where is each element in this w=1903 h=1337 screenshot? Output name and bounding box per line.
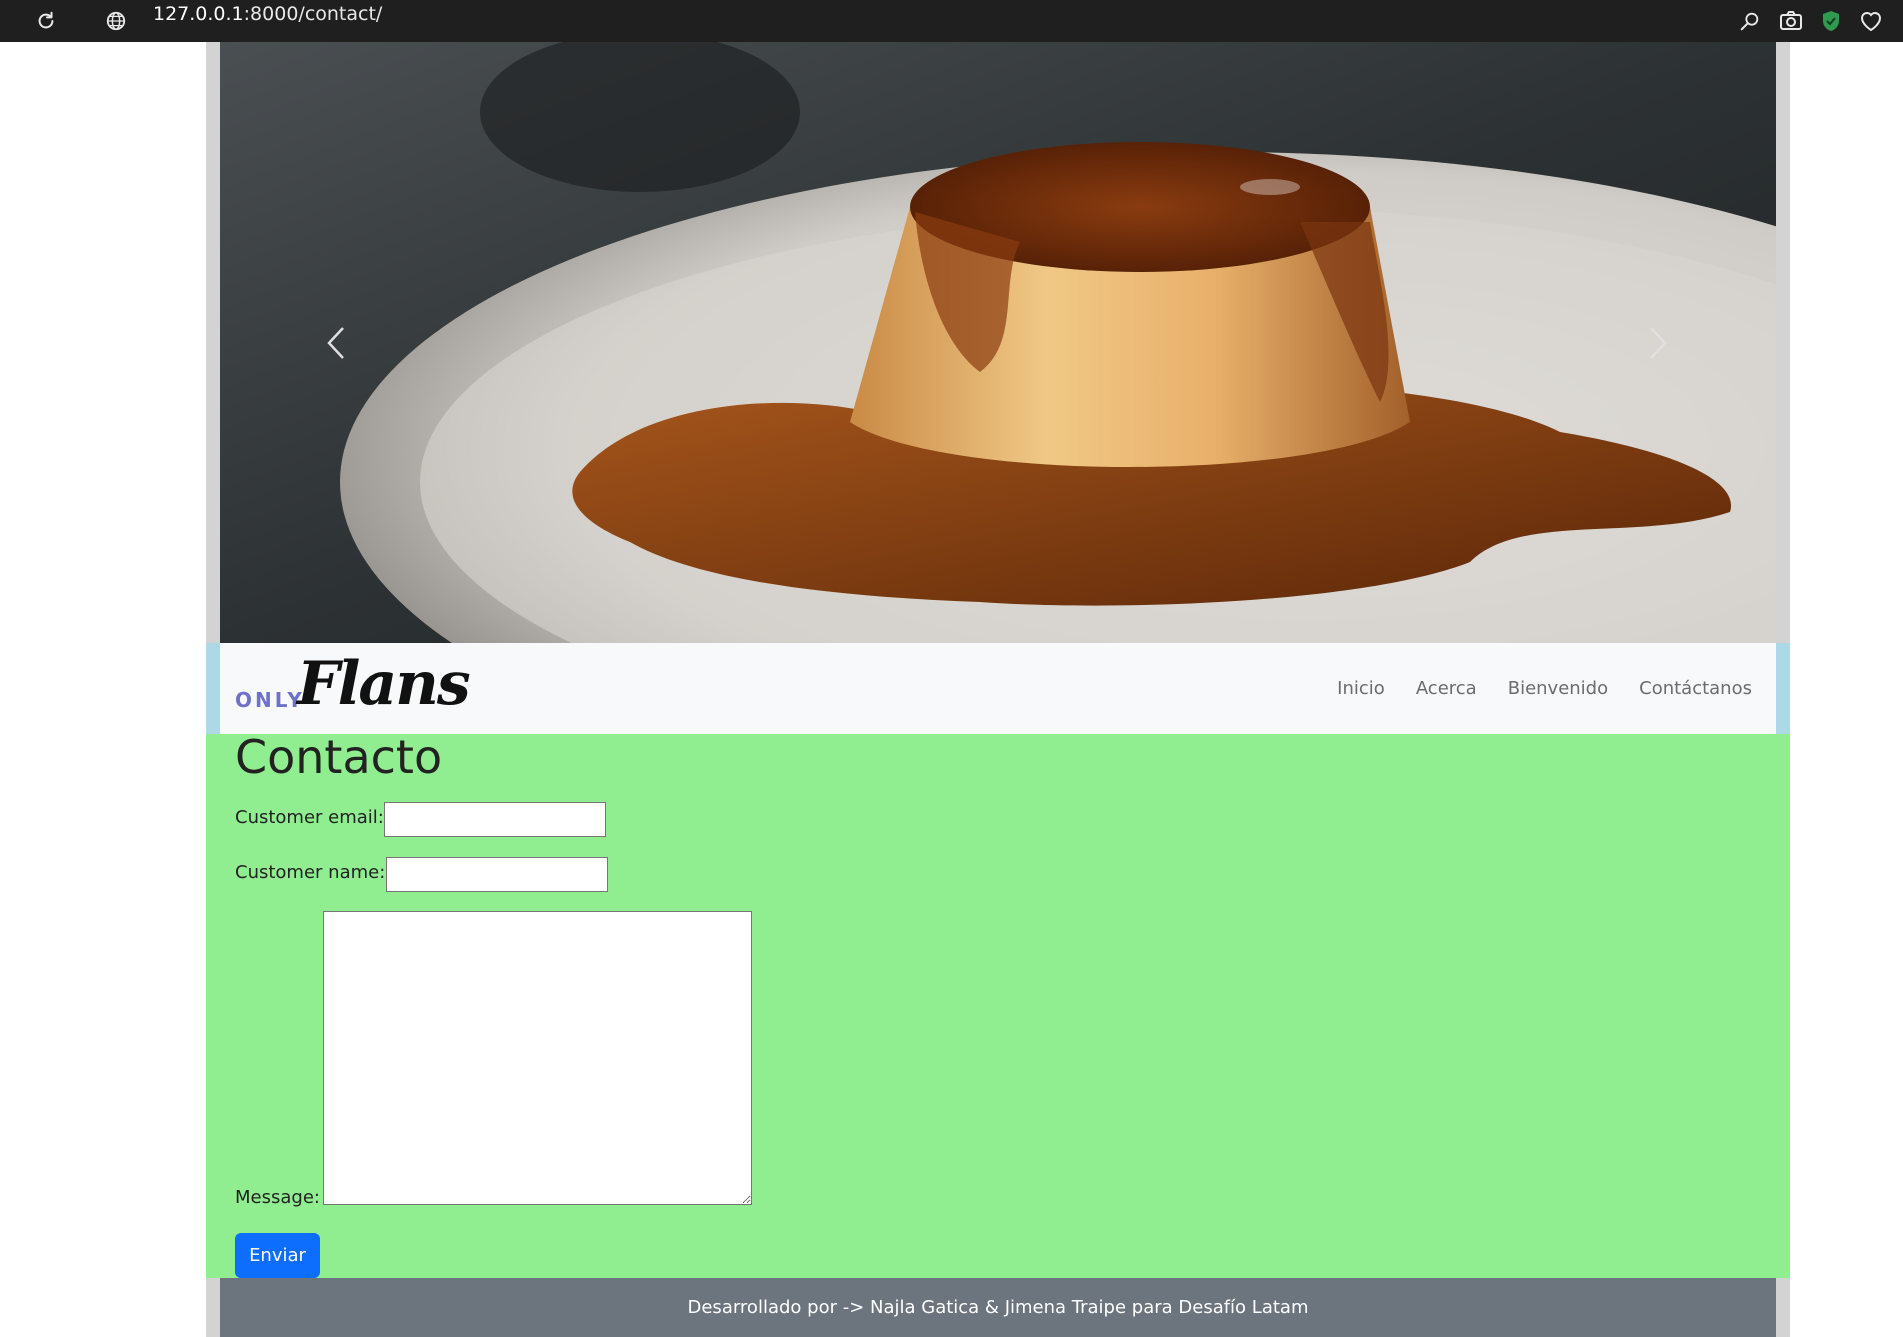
logo-only-text: ONLY xyxy=(235,688,305,712)
chevron-right-icon xyxy=(1648,325,1668,361)
name-label: Customer name: xyxy=(235,862,386,883)
nav-link-contactanos[interactable]: Contáctanos xyxy=(1639,678,1752,699)
heart-icon[interactable] xyxy=(1859,10,1883,32)
logo-flans-text: Flans xyxy=(297,649,471,719)
nav-links: Inicio Acerca Bienvenido Contáctanos xyxy=(1337,643,1752,734)
brand-logo[interactable]: ONLY Flans xyxy=(235,649,471,725)
address-bar[interactable]: 127.0.0.1:8000/contact/ xyxy=(153,0,382,42)
message-textarea[interactable] xyxy=(323,911,752,1205)
page-title: Contacto xyxy=(235,730,443,784)
shield-icon[interactable] xyxy=(1821,10,1841,32)
chevron-left-icon xyxy=(326,325,346,361)
footer-credits: Desarrollado por -> Najla Gatica & Jimen… xyxy=(687,1297,1309,1318)
nav-link-acerca[interactable]: Acerca xyxy=(1416,678,1477,699)
browser-actions xyxy=(1739,0,1883,42)
site-info-icon[interactable] xyxy=(100,0,132,42)
name-field[interactable] xyxy=(386,857,608,892)
message-label: Message: xyxy=(235,1187,320,1208)
browser-toolbar: 127.0.0.1:8000/contact/ xyxy=(0,0,1903,42)
flan-photo xyxy=(220,42,1776,643)
carousel-prev-button[interactable] xyxy=(316,318,356,368)
email-field[interactable] xyxy=(384,802,606,837)
camera-icon[interactable] xyxy=(1779,10,1803,32)
hero-carousel xyxy=(220,42,1776,643)
footer: Desarrollado por -> Najla Gatica & Jimen… xyxy=(220,1278,1776,1337)
reload-icon[interactable] xyxy=(30,0,62,42)
email-label: Customer email: xyxy=(235,807,384,828)
zoom-icon[interactable] xyxy=(1739,10,1761,32)
nav-link-inicio[interactable]: Inicio xyxy=(1337,678,1385,699)
submit-button[interactable]: Enviar xyxy=(235,1233,320,1278)
url-host: 127.0.0.1 xyxy=(153,3,244,25)
carousel-next-button[interactable] xyxy=(1638,318,1678,368)
nav-link-bienvenido[interactable]: Bienvenido xyxy=(1508,678,1608,699)
url-path: :8000/contact/ xyxy=(243,3,383,25)
